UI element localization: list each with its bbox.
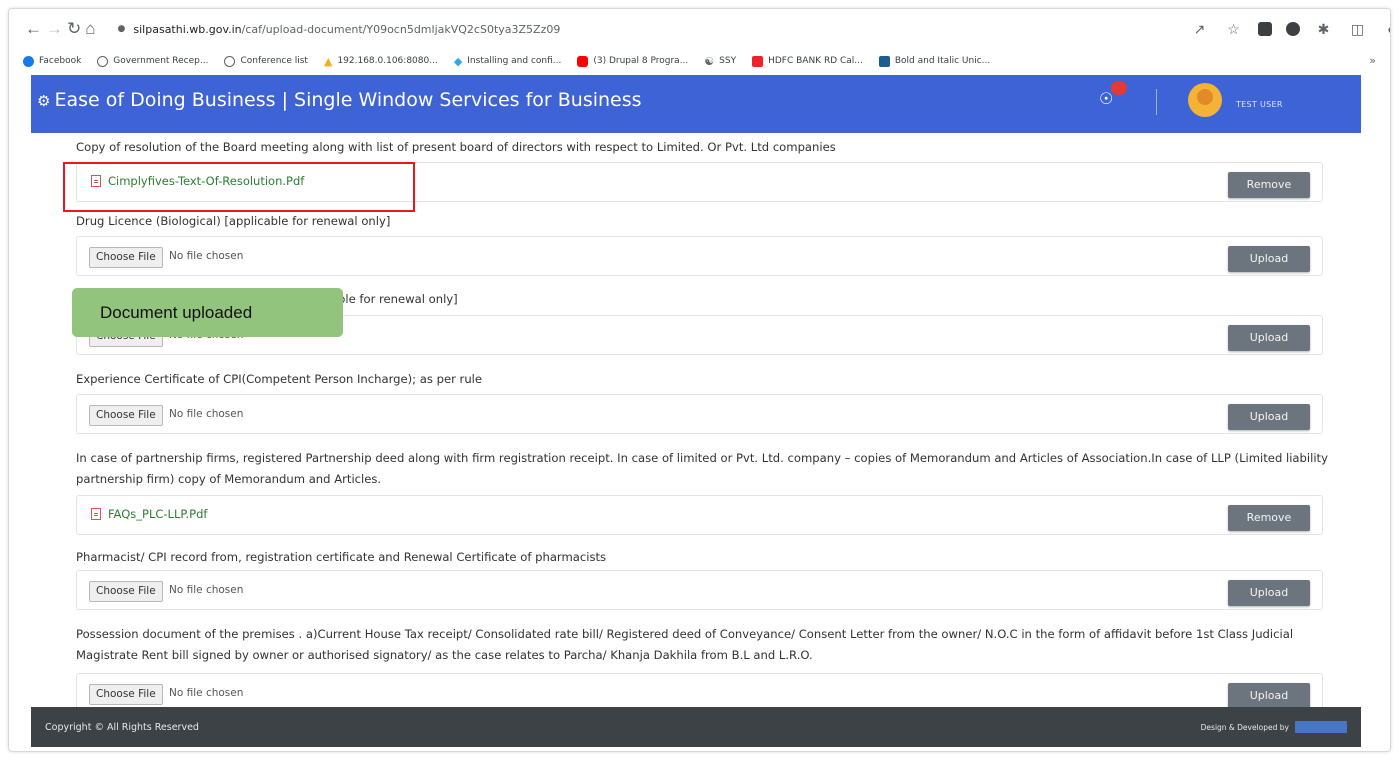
address-bar[interactable]: ● silpasathi.wb.gov.in /caf/upload-docum… [118,16,1168,42]
globe-icon [224,55,236,67]
facebook-icon [23,55,34,67]
document-label: ble for renewal only] [338,292,458,306]
pdf-file-icon [91,508,101,520]
bookmark-label: (3) Drupal 8 Progra... [593,56,689,66]
bookmark-item[interactable]: ▲ 192.168.0.106:8080... [324,55,438,68]
bookmark-item[interactable]: ☯ SSY [704,55,736,68]
document-label: Copy of resolution of the Board meeting … [76,140,836,154]
profile-icon[interactable]: ● [1382,19,1390,39]
callout-label: Document uploaded [72,288,343,337]
bookmark-label: Conference list [240,56,308,66]
bookmark-item[interactable]: (3) Drupal 8 Progra... [577,55,689,67]
no-file-text: No file chosen [169,250,244,262]
bookmark-label: 192.168.0.106:8080... [337,56,438,66]
bookmark-label: Installing and confi... [467,56,562,66]
page-title: ⚙ Ease of Doing Business | Single Window … [37,89,642,111]
choose-file-button[interactable]: Choose File [89,405,163,426]
reload-icon[interactable]: ↻ [67,17,81,41]
bookmark-label: Facebook [39,56,82,66]
back-icon[interactable]: ← [25,17,42,41]
choose-file-button[interactable]: Choose File [89,581,163,602]
header-title: Ease of Doing Business | Single Window S… [54,89,642,111]
document-row: FAQs_PLC-LLP.Pdf Remove [76,495,1323,535]
uploaded-file-link[interactable]: FAQs_PLC-LLP.Pdf [91,507,207,521]
design-credit-text: Design & Developed by [1200,722,1289,732]
url-host: silpasathi.wb.gov.in [133,22,242,36]
header-divider [1156,89,1157,115]
bank-icon: ☯ [704,54,715,68]
globe-icon [97,55,109,67]
browser-toolbar: ← → ↻ ⌂ ● silpasathi.wb.gov.in /caf/uplo… [9,9,1390,49]
upload-button[interactable]: Upload [1228,580,1310,606]
document-row: Choose File No file chosen Upload [76,394,1323,434]
lock-icon: ● [117,24,126,34]
bookmark-item[interactable]: ◆ Installing and confi... [454,55,562,68]
bookmarks-bar: Facebook Government Recep... Conference … [9,49,1390,73]
puzzle-icon[interactable]: ✱ [1314,19,1334,39]
file-name[interactable]: FAQs_PLC-LLP.Pdf [108,507,207,521]
no-file-text: No file chosen [169,687,244,699]
hdfc-icon [752,55,764,67]
home-icon[interactable]: ⌂ [85,17,95,41]
upload-button[interactable]: Upload [1228,404,1310,430]
document-row: Choose File No file chosen Upload [76,570,1323,610]
document-label: Drug Licence (Biological) [applicable fo… [76,214,391,228]
toolbar-actions: ↗ ☆ ✱ ◫ ● ⋮ [1176,19,1390,39]
table-icon [878,55,890,67]
document-row: Choose File No file chosen Upload [76,236,1323,276]
document-label: In case of partnership firms, registered… [76,451,1328,486]
nic-logo [1295,721,1347,733]
youtube-icon [577,55,589,67]
choose-file-button[interactable]: Choose File [89,684,163,705]
remove-button[interactable]: Remove [1228,172,1310,198]
notification-bell-icon[interactable]: ☉ [1099,89,1113,109]
warning-icon: ▲ [323,54,333,68]
document-label: Possession document of the premises . a)… [76,627,1294,662]
design-credit: Design & Developed by [1201,721,1347,733]
user-name[interactable]: TEST USER [1236,100,1283,109]
notification-badge [1111,81,1127,95]
document-label: Experience Certificate of CPI(Competent … [76,372,483,386]
bookmark-label: Government Recep... [113,56,209,66]
bookmark-label: Bold and Italic Unic... [894,56,991,66]
no-file-text: No file chosen [169,408,244,420]
extension-circle-icon[interactable] [1285,22,1300,36]
upload-button[interactable]: Upload [1228,683,1310,707]
bookmark-item[interactable]: HDFC BANK RD Cal... [752,55,863,67]
copyright-text: Copyright © All Rights Reserved [45,721,199,733]
upload-button[interactable]: Upload [1228,246,1310,272]
bookmark-item[interactable]: Conference list [224,55,308,67]
browser-window: ← → ↻ ⌂ ● silpasathi.wb.gov.in /caf/uplo… [8,8,1391,752]
bookmark-label: HDFC BANK RD Cal... [768,56,863,66]
upload-button[interactable]: Upload [1228,325,1310,351]
extension-icon[interactable] [1257,22,1272,36]
star-icon[interactable]: ☆ [1224,19,1244,39]
document-label: Pharmacist/ CPI record from, registratio… [76,550,607,564]
no-file-text: No file chosen [169,584,244,596]
highlight-box [63,162,415,212]
upload-documents-panel: Copy of resolution of the Board meeting … [31,133,1361,707]
org-logo-icon: ⚙ [37,92,51,110]
bookmark-item[interactable]: Government Recep... [97,55,209,67]
remove-button[interactable]: Remove [1228,505,1310,531]
choose-file-button[interactable]: Choose File [89,247,163,268]
document-row: Choose File No file chosen Upload [76,673,1323,707]
url-path: /caf/upload-document/Y09ocn5dmljakVQ2cS0… [241,22,561,36]
bookmark-item[interactable]: Facebook [23,55,82,67]
drupal-icon: ◆ [453,54,463,68]
site-footer: Copyright © All Rights Reserved Design &… [31,707,1361,747]
forward-icon[interactable]: → [46,17,63,41]
bookmark-item[interactable]: Bold and Italic Unic... [878,55,991,67]
bookmark-label: SSY [719,56,737,66]
chevron-right-icon[interactable]: » [1369,54,1376,67]
sidebar-icon[interactable]: ◫ [1348,19,1368,39]
site-header: ⚙ Ease of Doing Business | Single Window … [31,75,1361,133]
avatar[interactable] [1188,83,1222,117]
share-icon[interactable]: ↗ [1190,19,1210,39]
